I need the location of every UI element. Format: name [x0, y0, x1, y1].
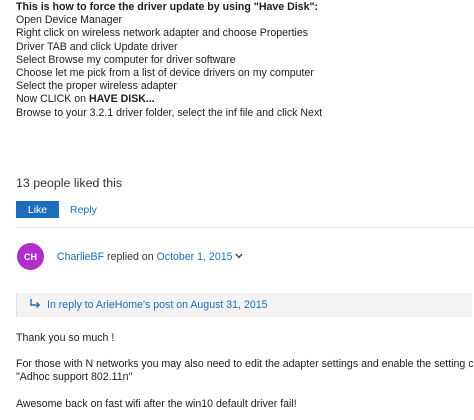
- instruction-step: Right click on wireless network adapter …: [16, 27, 309, 40]
- in-reply-to-bar[interactable]: In reply to ArieHome's post on August 31…: [16, 293, 472, 317]
- reply-body: Thank you so much ! For those with N net…: [16, 332, 474, 411]
- reply-paragraph: For those with N networks you may also n…: [16, 358, 474, 371]
- instructions-block: This is how to force the driver update b…: [16, 1, 322, 120]
- instruction-step: Choose let me pick from a list of device…: [16, 67, 314, 80]
- instructions-heading: This is how to force the driver update b…: [16, 1, 319, 13]
- reply-date-link[interactable]: October 1, 2015: [157, 251, 233, 263]
- have-disk-bold: HAVE DISK...: [89, 93, 155, 106]
- reply-paragraph: Thank you so much !: [16, 332, 115, 344]
- have-disk-prefix: Now CLICK on: [16, 93, 90, 106]
- reply-meta: CharlieBF replied on October 1, 2015: [57, 251, 243, 263]
- replied-on-text: replied on: [104, 251, 157, 263]
- instruction-step: Open Device Manager: [16, 14, 122, 27]
- author-link[interactable]: CharlieBF: [57, 251, 104, 263]
- instruction-step: Driver TAB and click Update driver: [16, 40, 178, 53]
- instruction-step-have-disk: Now CLICK on HAVE DISK...: [16, 93, 322, 106]
- instruction-step: Select Browse my computer for driver sof…: [16, 53, 236, 66]
- reply-arrow-icon: [29, 297, 41, 309]
- in-reply-to-link[interactable]: In reply to ArieHome's post on August 31…: [47, 299, 268, 311]
- divider: [16, 227, 474, 228]
- like-count: 13 people liked this: [16, 176, 123, 190]
- reply-link[interactable]: Reply: [70, 204, 97, 216]
- instruction-step: Select the proper wireless adapter: [16, 80, 177, 93]
- like-button[interactable]: Like: [16, 201, 59, 218]
- chevron-down-icon[interactable]: [235, 252, 243, 261]
- avatar[interactable]: CH: [17, 243, 44, 270]
- instruction-step: Browse to your 3.2.1 driver folder, sele…: [16, 106, 323, 119]
- reply-paragraph: "Adhoc support 802.11n": [16, 371, 133, 384]
- reply-paragraph: Awesome back on fast wifi after the win1…: [16, 397, 297, 410]
